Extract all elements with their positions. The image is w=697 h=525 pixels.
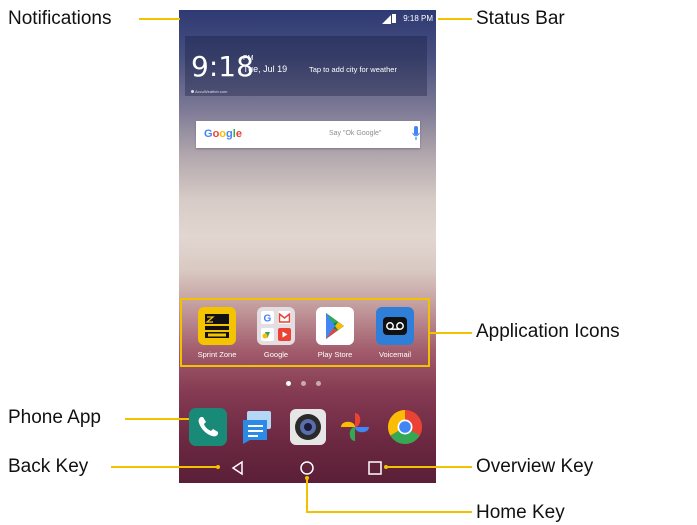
application-icons-frame bbox=[180, 298, 430, 367]
callout-line bbox=[430, 332, 472, 334]
callout-line bbox=[306, 478, 308, 512]
clock-ampm: PM bbox=[243, 55, 254, 62]
page-dot[interactable] bbox=[286, 381, 291, 386]
callout-status-bar: Status Bar bbox=[476, 8, 565, 29]
status-bar[interactable]: 9:18 PM bbox=[179, 10, 436, 28]
back-key-icon[interactable] bbox=[228, 458, 248, 478]
callout-dot bbox=[384, 465, 388, 469]
battery-icon bbox=[392, 14, 396, 23]
overview-key-icon[interactable] bbox=[365, 458, 385, 478]
callout-application-icons: Application Icons bbox=[476, 321, 620, 342]
page-dot[interactable] bbox=[316, 381, 321, 386]
weather-source: AccuWeather.com bbox=[195, 89, 228, 94]
status-icons bbox=[382, 14, 396, 24]
search-hint: Say "Ok Google" bbox=[329, 130, 382, 137]
callout-back-key: Back Key bbox=[8, 456, 89, 477]
callout-dot bbox=[305, 476, 309, 480]
camera-icon[interactable] bbox=[289, 408, 327, 446]
callout-home-key: Home Key bbox=[476, 502, 565, 523]
photos-icon[interactable] bbox=[336, 408, 374, 446]
google-logo: Google bbox=[204, 128, 242, 140]
clock-weather-widget[interactable]: 9:18 PM Tue, Jul 19 Tap to add city for … bbox=[185, 36, 427, 96]
callout-phone-app: Phone App bbox=[8, 407, 101, 428]
callout-dot bbox=[216, 465, 220, 469]
callout-line bbox=[438, 18, 472, 20]
clock-date: Tue, Jul 19 bbox=[243, 64, 288, 74]
callout-overview-key: Overview Key bbox=[476, 456, 594, 477]
page-indicator[interactable] bbox=[286, 381, 326, 387]
home-key-icon[interactable] bbox=[297, 458, 317, 478]
callout-line bbox=[386, 466, 472, 468]
signal-icon bbox=[382, 15, 391, 24]
messaging-icon[interactable] bbox=[239, 408, 277, 446]
page-dot[interactable] bbox=[301, 381, 306, 386]
chrome-icon[interactable] bbox=[386, 408, 424, 446]
accuweather-icon bbox=[191, 90, 194, 93]
phone-screen: 9:18 PM 9:18 PM Tue, Jul 19 Tap to add c… bbox=[179, 10, 436, 483]
callout-line bbox=[111, 466, 217, 468]
mic-icon[interactable] bbox=[412, 126, 420, 142]
status-time: 9:18 PM bbox=[403, 14, 433, 23]
callout-line bbox=[306, 511, 472, 513]
weather-prompt[interactable]: Tap to add city for weather bbox=[309, 65, 397, 74]
phone-icon[interactable] bbox=[189, 408, 227, 446]
callout-notifications: Notifications bbox=[8, 8, 112, 29]
google-search-bar[interactable]: Google Say "Ok Google" bbox=[196, 121, 420, 148]
callout-line bbox=[125, 418, 189, 420]
callout-line bbox=[139, 18, 180, 20]
